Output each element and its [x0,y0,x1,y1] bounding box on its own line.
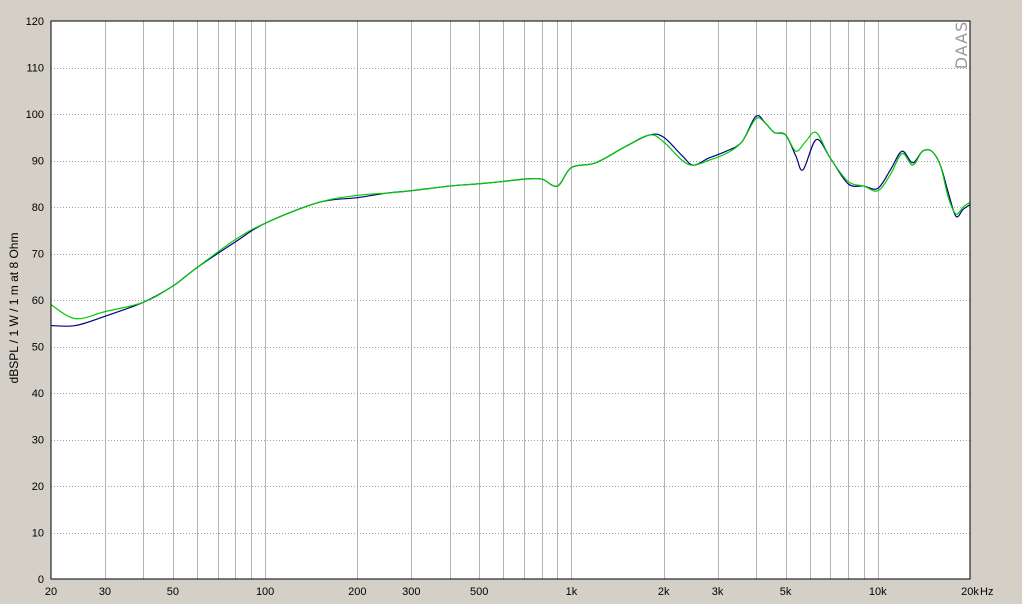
x-tick-label: 50 [167,586,179,598]
frequency-response-chart: 0102030405060708090100110120 20 30 50 100 20… [7,16,993,598]
x-tick-label: 20 [45,586,57,598]
y-tick-label: 110 [26,63,44,75]
y-tick-labels: 0 10 20 30 40 50 60 70 80 90 100 110 120 [26,16,44,586]
x-tick-label: 2k [658,586,670,598]
y-tick-label: 90 [32,156,44,168]
y-axis-title: dBSPL / 1 W / 1 m at 8 Ohm [7,233,21,384]
daas-watermark: DAAS [952,21,971,70]
y-tick-label: 40 [32,388,44,400]
x-tick-label: 30 [99,586,111,598]
x-tick-label: 5k [780,586,792,598]
x-tick-label: 200 [348,586,366,598]
y-tick-label: 50 [32,342,44,354]
x-tick-label: 500 [470,586,488,598]
y-tick-label: 80 [32,202,44,214]
x-tick-label: 1k [566,586,578,598]
y-tick-label: 60 [32,295,44,307]
y-tick-label: 10 [32,528,44,540]
x-unit-label: Hz [980,586,993,598]
y-tick-label: 0 [38,574,44,586]
x-tick-label: 300 [402,586,420,598]
y-tick-label: 100 [26,109,44,121]
x-tick-label: 10k [869,586,887,598]
y-tick-label: 30 [32,435,44,447]
y-tick-label: 20 [32,481,44,493]
x-tick-labels: 20 30 50 100 200 300 500 1k 2k 3k 5k 10k 20k [45,586,979,598]
x-tick-label: 100 [256,586,274,598]
y-tick-label: 70 [32,249,44,261]
y-tick-label: 120 [26,16,44,28]
x-tick-label: 20k [961,586,979,598]
x-tick-label: 3k [712,586,724,598]
